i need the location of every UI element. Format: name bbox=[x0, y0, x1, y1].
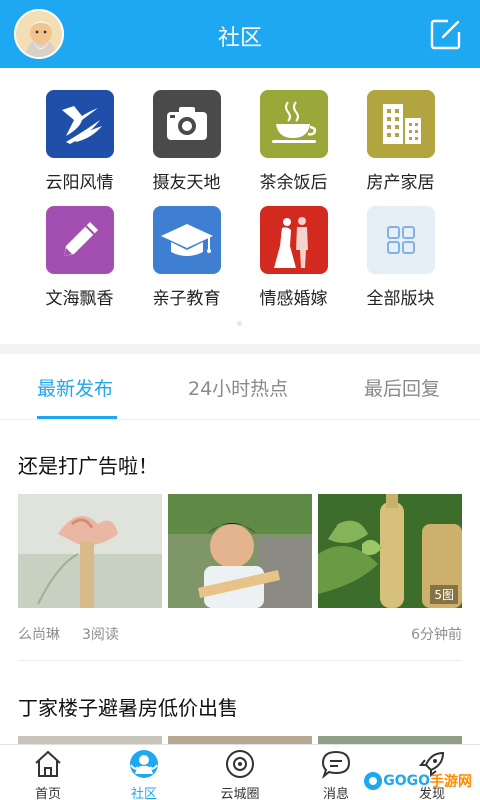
section-separator bbox=[0, 344, 480, 354]
category-label: 茶余饭后 bbox=[259, 173, 328, 193]
category-yunyang[interactable]: 云阳风情 bbox=[26, 90, 133, 193]
category-label: 房产家居 bbox=[366, 173, 435, 193]
page-indicator-dot bbox=[237, 321, 242, 326]
camera-icon bbox=[152, 90, 221, 158]
home-icon bbox=[35, 750, 61, 777]
category-label: 亲子教育 bbox=[152, 289, 221, 309]
category-label: 情感婚嫁 bbox=[259, 289, 328, 309]
watermark-brand: GOGO bbox=[383, 773, 430, 789]
post-image[interactable]: 5图 bbox=[318, 494, 462, 608]
category-relationships[interactable]: 情感婚嫁 bbox=[240, 206, 347, 309]
app-header: 社区 bbox=[0, 0, 480, 68]
compose-icon bbox=[430, 19, 461, 50]
coffee-cup-icon bbox=[259, 90, 328, 158]
category-realestate[interactable]: 房产家居 bbox=[347, 90, 454, 193]
tab-bar: 最新发布 24小时热点 最后回复 bbox=[0, 354, 480, 420]
building-icon bbox=[366, 90, 435, 158]
grid-icon bbox=[366, 206, 435, 274]
post-title[interactable]: 丁家楼子避暑房低价出售 bbox=[18, 692, 238, 721]
post-title[interactable]: 还是打广告啦！ bbox=[18, 450, 158, 479]
category-label: 摄友天地 bbox=[152, 173, 221, 193]
tab-last-reply[interactable]: 最后回复 bbox=[364, 374, 440, 401]
graduation-cap-icon bbox=[152, 206, 221, 274]
community-page: 社区 云阳风情 摄友天地 茶余饭后 房产家居 文海飘香 亲子教育 情感婚嫁 全部… bbox=[0, 0, 480, 800]
couple-icon bbox=[259, 206, 328, 274]
chat-icon bbox=[321, 750, 351, 779]
pencil-icon bbox=[45, 206, 114, 274]
post-image[interactable] bbox=[168, 494, 312, 608]
nav-community[interactable]: 社区 bbox=[96, 745, 192, 800]
post-image[interactable] bbox=[18, 494, 162, 608]
tab-active-indicator bbox=[37, 416, 117, 419]
image-count-badge: 5图 bbox=[430, 585, 458, 604]
site-watermark: GOGO 手游网 bbox=[363, 768, 472, 794]
post-author[interactable]: 么尚琳 bbox=[18, 624, 60, 644]
tab-24h-hot[interactable]: 24小时热点 bbox=[188, 374, 288, 401]
category-label: 全部版块 bbox=[366, 289, 435, 309]
category-education[interactable]: 亲子教育 bbox=[133, 206, 240, 309]
category-all-sections[interactable]: 全部版块 bbox=[347, 206, 454, 309]
tab-latest[interactable]: 最新发布 bbox=[37, 374, 113, 401]
post-time: 6分钟前 bbox=[411, 627, 462, 643]
yunyang-logo-icon bbox=[45, 90, 114, 158]
circle-eye-icon bbox=[226, 750, 254, 778]
category-photography[interactable]: 摄友天地 bbox=[133, 90, 240, 193]
post-read-count: 3阅读 bbox=[82, 627, 119, 643]
watermark-site: 手游网 bbox=[430, 774, 472, 790]
nav-label: 云城圈 bbox=[220, 787, 260, 800]
nav-home[interactable]: 首页 bbox=[0, 745, 96, 800]
community-icon bbox=[130, 750, 158, 778]
compose-button[interactable] bbox=[430, 18, 462, 50]
page-title: 社区 bbox=[217, 26, 262, 51]
category-chitchat[interactable]: 茶余饭后 bbox=[240, 90, 347, 193]
category-literature[interactable]: 文海飘香 bbox=[26, 206, 133, 309]
category-label: 云阳风情 bbox=[45, 173, 114, 193]
nav-label: 社区 bbox=[130, 787, 157, 800]
category-label: 文海飘香 bbox=[45, 289, 114, 309]
nav-label: 首页 bbox=[34, 787, 61, 800]
category-grid: 云阳风情 摄友天地 茶余饭后 房产家居 文海飘香 亲子教育 情感婚嫁 全部版块 bbox=[0, 68, 480, 344]
nav-cloud-circle[interactable]: 云城圈 bbox=[192, 745, 288, 800]
gogo-logo-icon bbox=[364, 772, 383, 790]
post-divider bbox=[18, 660, 462, 661]
